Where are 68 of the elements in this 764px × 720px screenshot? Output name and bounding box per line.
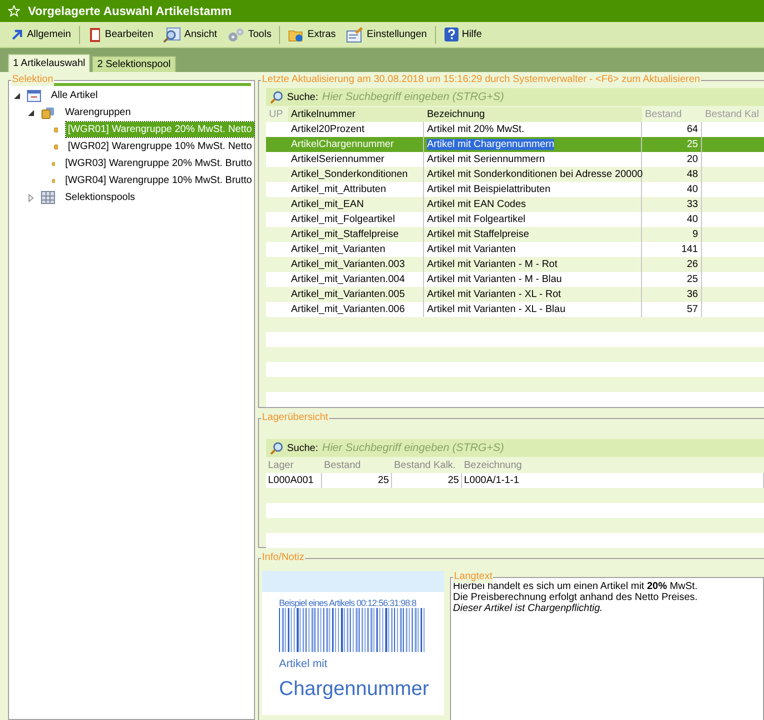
toolbar-button[interactable]: Bearbeiten	[86, 26, 156, 42]
gears-icon	[227, 26, 246, 42]
column-header[interactable]: Artikelnummer	[288, 106, 424, 122]
search-field[interactable]: Suche: Hier Suchbegriff eingeben (STRG+S)	[266, 88, 764, 106]
toolbar-button[interactable]: Allgemein	[8, 27, 73, 42]
label-text: Artikel mit	[279, 657, 328, 672]
search-label: Suche:	[287, 442, 318, 456]
table-row[interactable]: Artikel_mit_Varianten Artikel mit Varianten 141	[266, 242, 764, 257]
table-row[interactable]: ArtikelSeriennummer Artikel mit Seriennummern 20	[266, 152, 764, 167]
group-title: Selektion	[11, 74, 54, 86]
toolbar-button[interactable]: Hilfe	[442, 27, 484, 42]
group-title: Lagerübersicht	[261, 412, 330, 424]
calendar-icon	[27, 90, 41, 102]
table-row[interactable]: Artikel_mit_Folgeartikel Artikel mit Folgeartikel 40	[266, 212, 764, 227]
table-cell: Artikel mit Seriennummern	[427, 154, 545, 165]
search-label: Suche:	[287, 90, 318, 104]
expanded-arrow-icon[interactable]	[27, 108, 37, 116]
table-row[interactable]: Artikel_mit_Attributen Artikel mit Beispielattributen 40	[266, 182, 764, 197]
group-title: Langtext	[453, 571, 494, 583]
table-cell: Artikel mit Chargennummern	[427, 139, 554, 150]
cylinders-icon	[41, 106, 55, 118]
table-cell: Artikel mit Staffelpreise	[427, 229, 530, 240]
search-icon	[270, 90, 283, 104]
star-icon[interactable]	[8, 5, 20, 17]
tab[interactable]: 1 Artikelauswahl	[8, 54, 90, 72]
toolbar-button[interactable]: Extras	[286, 26, 338, 42]
tree-item[interactable]: [WGR04] Warengruppe 10% MwSt. Brutto	[63, 173, 254, 188]
table-cell: Artikel mit Varianten - XL - Blau	[427, 304, 566, 315]
table-cell: Artikel mit EAN Codes	[427, 199, 526, 210]
column-header[interactable]: Bezeichnung	[424, 106, 642, 122]
longtext-line: Die Preisberechnung erfolgt anhand des Netto Preises.	[453, 592, 699, 603]
tree-item[interactable]: Alle Artikel	[49, 88, 100, 103]
book-icon	[88, 26, 102, 42]
window-title: Vorgelagerte Auswahl Artikelstamm	[28, 3, 232, 20]
tree-item[interactable]: [WGR02] Warengruppe 10% MwSt. Netto	[66, 139, 254, 154]
tree-item[interactable]: Warengruppen	[63, 105, 133, 120]
label-text: Chargennummer	[279, 676, 427, 700]
longtext-line: Dieser Artikel ist Chargenpflichtig.	[453, 603, 604, 614]
arrow-icon	[10, 28, 24, 42]
tree-item[interactable]: Selektionspools	[63, 190, 138, 205]
toolbar-button[interactable]: Einstellungen	[344, 26, 429, 42]
search-field[interactable]: Suche: Hier Suchbegriff eingeben (STRG+S)	[266, 439, 764, 457]
search-input[interactable]: Hier Suchbegriff eingeben (STRG+S)	[322, 88, 760, 106]
search-input[interactable]: Hier Suchbegriff eingeben (STRG+S)	[322, 440, 760, 456]
table-row[interactable]: Artikel_mit_Varianten.004 Artikel mit Varianten - M - Blau 25	[266, 272, 764, 287]
toolbar-button[interactable]: Tools	[225, 26, 274, 42]
tab[interactable]: 2 Selektionspool	[92, 56, 176, 72]
table-row[interactable]: Artikel_mit_Varianten.006 Artikel mit Varianten - XL - Blau 57	[266, 302, 764, 317]
table-cell: Artikel mit Varianten - XL - Rot	[427, 289, 561, 300]
expanded-arrow-icon[interactable]	[13, 92, 23, 100]
label-caption: Beispiel eines Artikels 00:12:56:31:98:8	[279, 598, 418, 608]
tree-item[interactable]: [WGR03] Warengruppe 20% MwSt. Brutto	[63, 156, 254, 171]
table-row[interactable]: ArtikelChargennummer Artikel mit Chargennummern 25	[266, 137, 764, 152]
table-row[interactable]: Artikel20Prozent Artikel mit 20% MwSt. 64	[266, 122, 764, 137]
group-title: Letzte Aktualisierung am 30.08.2018 um 15:16:29 durch Systemverwalter - <F6> zum Aktualisieren	[261, 74, 702, 86]
help-icon	[444, 27, 459, 42]
magnifier-icon	[163, 26, 182, 42]
table-cell: Artikel mit Beispielattributen	[427, 184, 550, 195]
table-cell: Artikel mit Varianten	[427, 244, 516, 255]
table-cell: Artikel mit Varianten - M - Rot	[427, 259, 558, 270]
settings-icon	[346, 26, 364, 42]
toolbar-button[interactable]: Ansicht	[161, 26, 220, 42]
table-cell: Artikel mit Varianten - M - Blau	[427, 274, 562, 285]
table-cell: Artikel mit 20% MwSt.	[427, 124, 524, 135]
table-cell: Artikel mit Folgeartikel	[427, 214, 526, 225]
table-cell: Artikel mit Sonderkonditionen bei Adresse 20000	[427, 169, 643, 180]
search-icon	[270, 442, 283, 454]
server-icon	[41, 191, 55, 204]
